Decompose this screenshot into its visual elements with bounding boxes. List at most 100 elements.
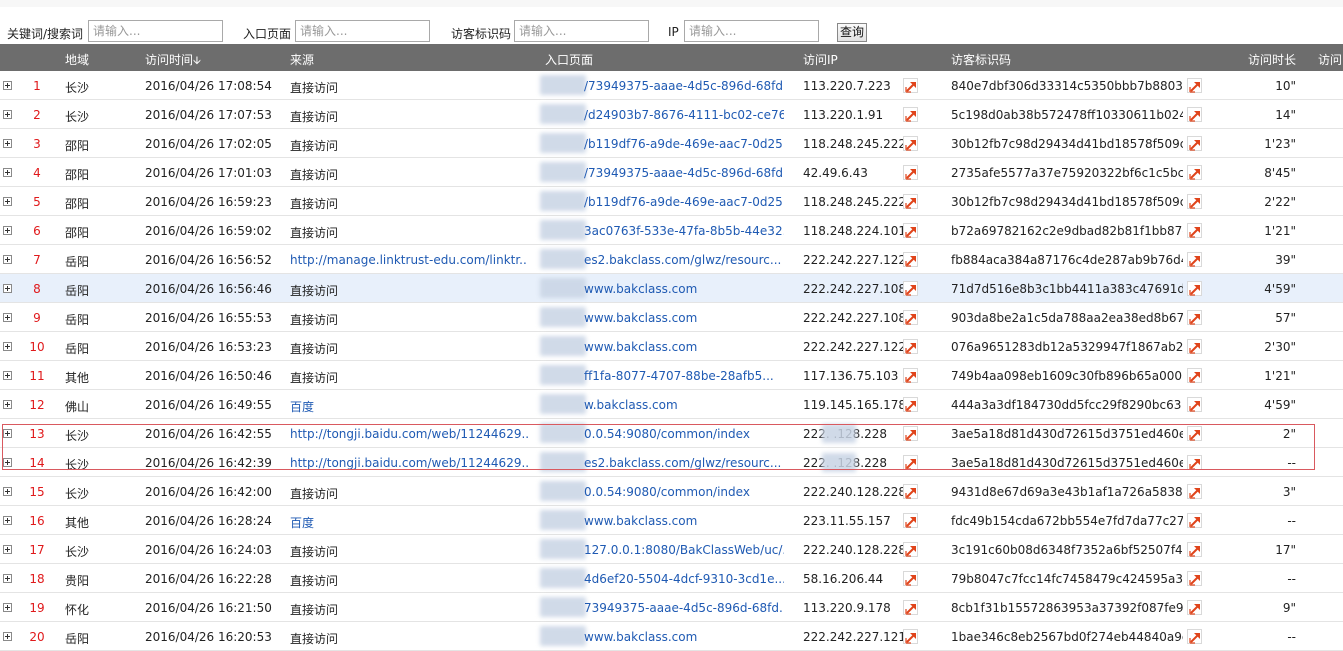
- expand-icon[interactable]: [3, 81, 12, 90]
- table-row[interactable]: 18 贵阳 2016/04/26 16:22:28 直接访问 4d6ef20-5504-…: [0, 564, 1343, 593]
- row-entry-page[interactable]: 0.0.54:9080/common/index: [584, 485, 784, 499]
- row-entry-page[interactable]: 73949375-aaae-4d5c-896d-68fd...: [584, 601, 784, 615]
- table-row[interactable]: 20 岳阳 2016/04/26 16:20:53 直接访问 www.bakclass.…: [0, 622, 1343, 651]
- ip-open-icon[interactable]: [903, 165, 918, 180]
- column-header-entry-page[interactable]: 入口页面: [545, 51, 593, 68]
- row-entry-page[interactable]: 3ac0763f-533e-47fa-8b5b-44e32...: [584, 224, 784, 238]
- entry-page-input[interactable]: [295, 20, 430, 42]
- ip-open-icon[interactable]: [903, 513, 918, 528]
- expand-icon[interactable]: [3, 197, 12, 206]
- ip-open-icon[interactable]: [903, 629, 918, 644]
- row-source[interactable]: 百度: [290, 398, 528, 415]
- visitor-open-icon[interactable]: [1187, 513, 1202, 528]
- visitor-open-icon[interactable]: [1187, 310, 1202, 325]
- expand-icon[interactable]: [3, 458, 12, 467]
- visitor-id-input[interactable]: [514, 20, 649, 42]
- expand-icon[interactable]: [3, 632, 12, 641]
- row-entry-page[interactable]: ff1fa-8077-4707-88be-28afb5...: [584, 369, 784, 383]
- expand-icon[interactable]: [3, 603, 12, 612]
- table-row[interactable]: 15 长沙 2016/04/26 16:42:00 直接访问 0.0.54:9080/c…: [0, 477, 1343, 506]
- row-entry-page[interactable]: 4d6ef20-5504-4dcf-9310-3cd1e...: [584, 572, 784, 586]
- expand-icon[interactable]: [3, 313, 12, 322]
- ip-open-icon[interactable]: [903, 368, 918, 383]
- column-header-visitor-id[interactable]: 访客标识码: [951, 51, 1011, 68]
- row-source[interactable]: 百度: [290, 514, 528, 531]
- table-row[interactable]: 12 佛山 2016/04/26 16:49:55 百度 w.bakclass.com 1…: [0, 390, 1343, 419]
- search-button[interactable]: 查询: [837, 23, 867, 42]
- row-entry-page[interactable]: www.bakclass.com: [584, 630, 784, 644]
- visitor-open-icon[interactable]: [1187, 397, 1202, 412]
- visitor-open-icon[interactable]: [1187, 194, 1202, 209]
- visitor-open-icon[interactable]: [1187, 629, 1202, 644]
- expand-icon[interactable]: [3, 371, 12, 380]
- expand-icon[interactable]: [3, 110, 12, 119]
- ip-open-icon[interactable]: [903, 542, 918, 557]
- ip-open-icon[interactable]: [903, 571, 918, 586]
- row-entry-page[interactable]: www.bakclass.com: [584, 282, 784, 296]
- table-row[interactable]: 5 邵阳 2016/04/26 16:59:23 直接访问/b119df76-a9de…: [0, 187, 1343, 216]
- column-header-extra[interactable]: 访问: [1318, 51, 1342, 68]
- expand-icon[interactable]: [3, 516, 12, 525]
- expand-icon[interactable]: [3, 429, 12, 438]
- ip-open-icon[interactable]: [903, 600, 918, 615]
- visitor-open-icon[interactable]: [1187, 223, 1202, 238]
- expand-icon[interactable]: [3, 400, 12, 409]
- visitor-open-icon[interactable]: [1187, 165, 1202, 180]
- table-row[interactable]: 6 邵阳 2016/04/26 16:59:02 直接访问 3ac0763f-533e-…: [0, 216, 1343, 245]
- visitor-open-icon[interactable]: [1187, 571, 1202, 586]
- visitor-open-icon[interactable]: [1187, 339, 1202, 354]
- ip-open-icon[interactable]: [903, 397, 918, 412]
- visitor-open-icon[interactable]: [1187, 107, 1202, 122]
- row-entry-page[interactable]: /b119df76-a9de-469e-aac7-0d25...: [584, 137, 784, 151]
- expand-icon[interactable]: [3, 168, 12, 177]
- row-entry-page[interactable]: www.bakclass.com: [584, 340, 784, 354]
- expand-icon[interactable]: [3, 342, 12, 351]
- row-source[interactable]: http://tongji.baidu.com/web/11244629...: [290, 427, 528, 441]
- visitor-open-icon[interactable]: [1187, 542, 1202, 557]
- expand-icon[interactable]: [3, 487, 12, 496]
- row-entry-page[interactable]: www.bakclass.com: [584, 311, 784, 325]
- visitor-open-icon[interactable]: [1187, 484, 1202, 499]
- row-source[interactable]: http://tongji.baidu.com/web/11244629...: [290, 456, 528, 470]
- ip-open-icon[interactable]: [903, 281, 918, 296]
- row-entry-page[interactable]: es2.bakclass.com/glwz/resourc...: [584, 456, 784, 470]
- column-header-region[interactable]: 地域: [65, 51, 89, 68]
- table-row[interactable]: 9 岳阳 2016/04/26 16:55:53 直接访问 www.bakclass.c…: [0, 303, 1343, 332]
- row-entry-page[interactable]: /73949375-aaae-4d5c-896d-68fd...: [584, 79, 784, 93]
- visitor-open-icon[interactable]: [1187, 600, 1202, 615]
- table-row[interactable]: 17 长沙 2016/04/26 16:24:03 直接访问 127.0.0.1:808…: [0, 535, 1343, 564]
- ip-open-icon[interactable]: [903, 484, 918, 499]
- table-row[interactable]: 11 其他 2016/04/26 16:50:46 直接访问 ff1fa-8077-47…: [0, 361, 1343, 390]
- expand-icon[interactable]: [3, 139, 12, 148]
- table-row[interactable]: 10 岳阳 2016/04/26 16:53:23 直接访问 www.bakclass.…: [0, 332, 1343, 361]
- table-row[interactable]: 2 长沙 2016/04/26 17:07:53 直接访问/d24903b7-8676…: [0, 100, 1343, 129]
- visitor-open-icon[interactable]: [1187, 426, 1202, 441]
- column-header-time[interactable]: 访问时间🡫: [145, 51, 201, 71]
- row-entry-page[interactable]: w.bakclass.com: [584, 398, 784, 412]
- column-header-duration[interactable]: 访问时长: [1248, 51, 1296, 68]
- table-row[interactable]: 8 岳阳 2016/04/26 16:56:46 直接访问 www.bakclass.c…: [0, 274, 1343, 303]
- ip-open-icon[interactable]: [903, 310, 918, 325]
- row-entry-page[interactable]: 0.0.54:9080/common/index: [584, 427, 784, 441]
- ip-open-icon[interactable]: [903, 194, 918, 209]
- visitor-open-icon[interactable]: [1187, 281, 1202, 296]
- row-entry-page[interactable]: /b119df76-a9de-469e-aac7-0d25...: [584, 195, 784, 209]
- ip-open-icon[interactable]: [903, 107, 918, 122]
- ip-open-icon[interactable]: [903, 252, 918, 267]
- expand-icon[interactable]: [3, 284, 12, 293]
- table-row[interactable]: 7 岳阳 2016/04/26 16:56:52 http://manage.link…: [0, 245, 1343, 274]
- row-entry-page[interactable]: www.bakclass.com: [584, 514, 784, 528]
- column-header-source[interactable]: 来源: [290, 51, 314, 68]
- row-entry-page[interactable]: es2.bakclass.com/glwz/resourc...: [584, 253, 784, 267]
- visitor-open-icon[interactable]: [1187, 136, 1202, 151]
- expand-icon[interactable]: [3, 226, 12, 235]
- visitor-open-icon[interactable]: [1187, 455, 1202, 470]
- table-row[interactable]: 16 其他 2016/04/26 16:28:24 百度 www.bakclass.co…: [0, 506, 1343, 535]
- visitor-open-icon[interactable]: [1187, 78, 1202, 93]
- visitor-open-icon[interactable]: [1187, 252, 1202, 267]
- ip-open-icon[interactable]: [903, 78, 918, 93]
- ip-open-icon[interactable]: [903, 223, 918, 238]
- table-row[interactable]: 13 长沙 2016/04/26 16:42:55 http://tongji.bai…: [0, 419, 1343, 448]
- ip-open-icon[interactable]: [903, 136, 918, 151]
- expand-icon[interactable]: [3, 255, 12, 264]
